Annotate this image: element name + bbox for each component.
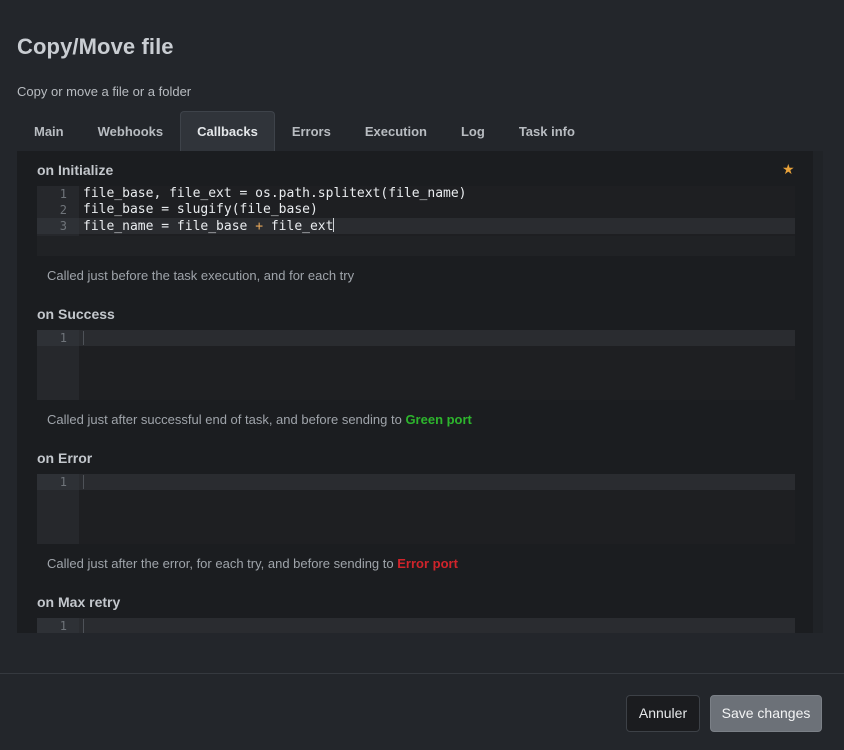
code-line[interactable]: file_name = file_base + file_ext [83,218,335,235]
text-cursor [83,331,84,345]
tab-execution[interactable]: Execution [348,111,444,151]
operator-token: + [255,219,264,234]
tab-task-info[interactable]: Task info [502,111,592,151]
line-number: 2 [59,203,67,217]
tab-bar: Main Webhooks Callbacks Errors Execution… [17,111,592,151]
line-number: 1 [59,475,67,489]
text-cursor [333,218,335,232]
panel-scrollbar[interactable] [813,151,823,633]
green-port-label: Green port [405,412,472,427]
active-line-highlight [79,618,795,633]
on-success-editor[interactable]: 1 [37,330,795,400]
on-initialize-help: Called just before the task execution, a… [47,268,355,283]
callbacks-panel[interactable]: ★ on Initialize 1 2 3 file_base, file_ex… [17,151,823,633]
dialog-subtitle: Copy or move a file or a folder [17,84,192,99]
on-initialize-title: on Initialize [37,162,114,178]
line-number: 3 [59,219,67,233]
on-success-help: Called just after successful end of task… [47,412,472,427]
tab-webhooks[interactable]: Webhooks [81,111,181,151]
help-text: Called just after successful end of task… [47,412,406,427]
on-max-retry-title: on Max retry [37,594,121,610]
line-number: 1 [59,187,67,201]
active-line-highlight [79,474,795,490]
line-number: 1 [59,619,67,633]
tab-log[interactable]: Log [444,111,502,151]
text-cursor [83,475,84,489]
on-success-title: on Success [37,306,115,322]
save-changes-button[interactable]: Save changes [710,695,822,732]
code-segment: file_name = file_base [83,219,256,234]
cancel-button[interactable]: Annuler [626,695,700,732]
text-cursor [83,619,84,633]
code-line[interactable]: file_base, file_ext = os.path.splitext(f… [83,186,467,202]
on-error-help: Called just after the error, for each tr… [47,556,458,571]
footer-divider [0,673,844,674]
star-icon[interactable]: ★ [782,161,795,178]
dialog-title: Copy/Move file [17,34,174,59]
on-initialize-editor[interactable]: 1 2 3 file_base, file_ext = os.path.spli… [37,186,795,256]
tab-main[interactable]: Main [17,111,81,151]
active-line-highlight [79,330,795,346]
code-line[interactable]: file_base = slugify(file_base) [83,202,318,218]
help-text: Called just after the error, for each tr… [47,556,398,571]
on-max-retry-editor[interactable]: 1 [37,618,795,633]
on-error-title: on Error [37,450,93,466]
tab-callbacks[interactable]: Callbacks [180,111,275,151]
line-number: 1 [59,331,67,345]
error-port-label: Error port [397,556,458,571]
on-error-editor[interactable]: 1 [37,474,795,544]
code-segment: file_ext [263,219,334,234]
editor-padding [37,236,795,256]
tab-errors[interactable]: Errors [275,111,348,151]
copy-move-file-dialog: Copy/Move file Copy or move a file or a … [0,0,844,750]
